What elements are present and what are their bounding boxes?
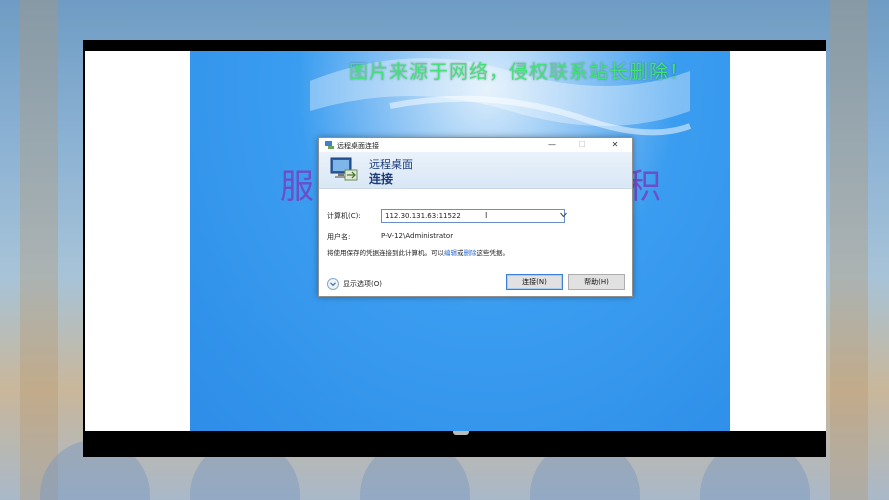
chevron-down-circle-icon[interactable] xyxy=(327,278,339,290)
dialog-title: 远程桌面连接 xyxy=(337,142,379,150)
close-button[interactable]: ✕ xyxy=(604,139,626,151)
dialog-header: 远程桌面 连接 xyxy=(319,152,632,189)
dialog-titlebar[interactable]: 远程桌面连接 — ☐ ✕ xyxy=(319,138,632,152)
minimize-button[interactable]: — xyxy=(541,139,563,151)
delete-credentials-link[interactable]: 删除 xyxy=(464,249,477,257)
computer-label: 计算机(C): xyxy=(327,212,361,220)
video-frame: 图片来源于网络，侵权联系站长删除！ 服 积 远程桌面连接 — ☐ ✕ 远程桌面 … xyxy=(83,40,826,457)
header-title-line2: 连接 xyxy=(369,172,394,186)
username-label: 用户名: xyxy=(327,233,351,241)
show-options-label[interactable]: 显示选项(O) xyxy=(343,279,382,289)
connect-button[interactable]: 连接(N) xyxy=(506,274,563,290)
watermark-text: 图片来源于网络，侵权联系站长删除！ xyxy=(349,61,690,83)
computer-combobox[interactable]: 112.30.131.63:11522 I xyxy=(381,209,567,223)
progress-indicator xyxy=(453,431,469,435)
background-text-char: 服 xyxy=(280,167,314,207)
maximize-button: ☐ xyxy=(578,140,586,149)
credentials-info-suffix: 这些凭据。 xyxy=(476,249,510,257)
video-bottom-bar xyxy=(85,431,826,457)
text-cursor-icon: I xyxy=(485,211,488,220)
background-pillar xyxy=(20,0,58,500)
monitor-connection-icon xyxy=(329,156,359,184)
video-screen: 图片来源于网络，侵权联系站长删除！ 服 积 远程桌面连接 — ☐ ✕ 远程桌面 … xyxy=(85,51,826,431)
credentials-info-prefix: 将使用保存的凭据连接到此计算机。可以 xyxy=(327,249,444,257)
credentials-info: 将使用保存的凭据连接到此计算机。可以编辑或删除这些凭据。 xyxy=(327,247,509,257)
help-button[interactable]: 帮助(H) xyxy=(568,274,625,290)
username-value: P-V-12\Administrator xyxy=(381,232,454,240)
remote-desktop-icon xyxy=(325,141,334,149)
computer-input-value[interactable]: 112.30.131.63:11522 xyxy=(385,212,461,220)
edit-credentials-link[interactable]: 编辑 xyxy=(444,249,457,257)
remote-desktop-dialog: 远程桌面连接 — ☐ ✕ 远程桌面 连接 计算机(C): 112.30.131.… xyxy=(318,137,633,297)
background-pillar xyxy=(830,0,868,500)
